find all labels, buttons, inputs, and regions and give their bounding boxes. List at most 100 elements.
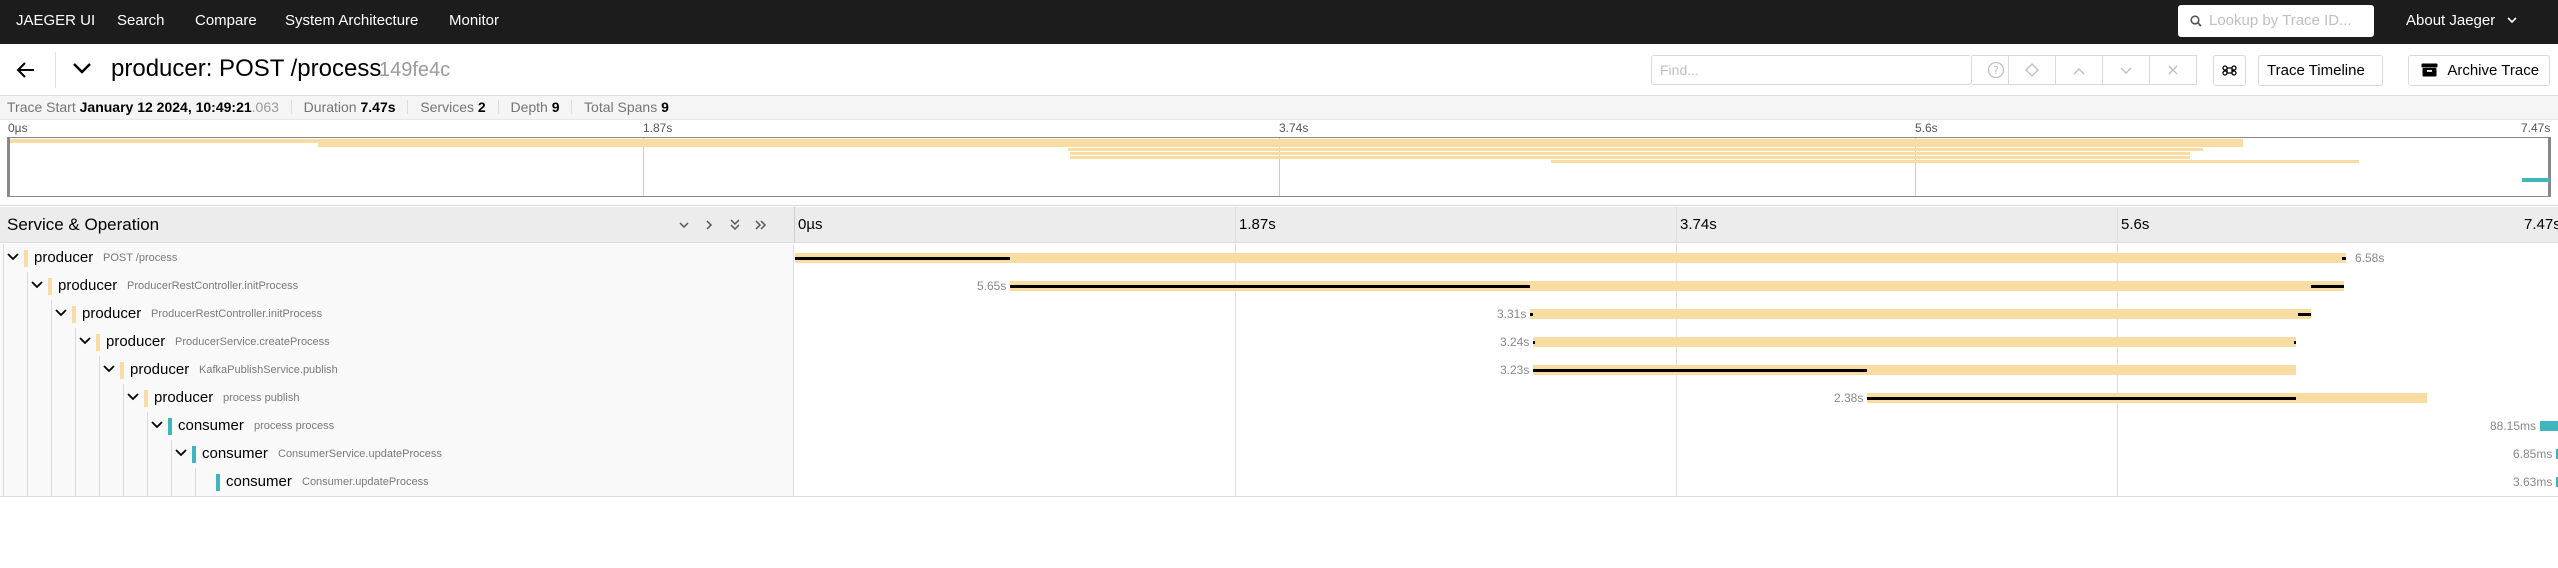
close-icon [2168,65,2178,75]
timeline-gridline [1235,300,1236,328]
svg-text:?: ? [1993,64,1999,77]
span-bar[interactable] [1530,309,2311,319]
span-service-name: consumer [226,473,292,490]
timeline-gridline [1235,356,1236,384]
span-operation-name: Consumer.updateProcess [302,476,429,488]
expand-all-icon[interactable] [752,215,770,235]
span-name-cell[interactable]: producer KafkaPublishService.publish [0,356,794,384]
service-color-bar [96,334,100,351]
view-type-select[interactable]: Trace Timeline [2258,55,2383,103]
timeline-gridline [1235,412,1236,440]
critical-path-segment [1010,284,1530,288]
chevron-down-icon[interactable] [54,306,68,320]
expand-one-icon[interactable] [700,215,718,235]
trace-id-lookup-input[interactable]: Lookup by Trace ID... [2178,5,2374,37]
chevron-down-icon[interactable] [126,390,140,404]
trace-title: producer: POST /process [111,55,382,82]
header-divider [55,52,56,88]
indent-guide [3,440,4,468]
span-name-cell[interactable]: producer ProducerRestController.initProce… [0,272,794,300]
span-row[interactable]: producer KafkaPublishService.publish 3.23s [0,356,2558,384]
trace-page-header: producer: POST /process 149fe4c Find... … [0,44,2558,103]
nav-search[interactable]: Search [117,0,165,44]
service-color-bar [120,362,124,379]
service-color-bar [144,390,148,407]
span-bar[interactable] [1533,337,2296,347]
span-bar[interactable] [795,253,2346,263]
critical-path-segment [1867,396,2296,400]
span-row[interactable]: producer ProducerService.createProcess 3.2… [0,328,2558,356]
minimap-right-handle[interactable] [2548,138,2550,196]
prev-result-button[interactable] [2055,55,2103,85]
chevron-down-icon[interactable] [174,446,188,460]
span-name-cell[interactable]: consumer process process [0,412,794,440]
chevron-down-icon[interactable] [6,250,20,264]
rows-bottom-border [0,496,2558,497]
chevron-down-icon[interactable] [150,418,164,432]
about-jaeger-menu[interactable]: About Jaeger [2406,0,2517,44]
next-result-button[interactable] [2102,55,2150,85]
trace-start-ms: .063 [251,99,279,115]
span-name-cell[interactable]: consumer ConsumerService.updateProcess [0,440,794,468]
brand-logo[interactable]: JAEGER UI [16,0,95,44]
span-name-cell[interactable]: consumer Consumer.updateProcess [0,468,794,496]
timeline-gridline [1676,412,1677,440]
timeline-gridline [1676,468,1677,496]
critical-path-segment [2311,284,2344,288]
span-service-name: producer [106,333,166,350]
minimap-tick: 3.74s [1279,121,1309,135]
span-name-cell[interactable]: producer ProducerService.createProcess [0,328,794,356]
span-name-cell[interactable]: producer process publish [0,384,794,412]
span-row[interactable]: consumer Consumer.updateProcess 3.63ms [0,468,2558,496]
indent-guide [99,412,100,440]
span-row[interactable]: consumer ConsumerService.updateProcess 6.8… [0,440,2558,468]
span-name-cell[interactable]: producer POST /process [0,244,794,272]
span-duration-label: 3.31s [1497,307,1527,321]
span-bar[interactable] [2540,421,2558,431]
indent-guide [51,300,52,328]
keyboard-shortcuts-button[interactable] [2213,55,2246,86]
about-jaeger-label: About Jaeger [2406,12,2496,29]
indent-guide [27,272,28,300]
minimap-left-handle[interactable] [8,138,10,196]
nav-compare[interactable]: Compare [195,0,257,44]
collapse-one-icon[interactable] [675,215,693,235]
span-duration-label: 3.24s [1500,335,1530,349]
span-row[interactable]: producer process publish 2.38s [0,384,2558,412]
chevron-down-icon[interactable] [78,334,92,348]
column-resizer[interactable] [794,207,795,243]
find-input[interactable]: Find... [1651,55,1972,85]
span-operation-name: ProducerRestController.initProcess [127,280,299,292]
locate-button[interactable] [2008,55,2056,85]
span-service-name: consumer [202,445,268,462]
span-duration-label: 3.23s [1500,363,1530,377]
total-spans-value: 9 [661,99,669,115]
archive-trace-button[interactable]: Archive Trace [2408,55,2550,86]
span-service-name: producer [130,361,190,378]
critical-path-segment [2298,312,2311,316]
trace-minimap[interactable]: 0µs 1.87s 3.74s 5.6s 7.47s [0,120,2558,206]
indent-guide [51,356,52,384]
timeline-gridline [1235,384,1236,412]
chevron-down-icon[interactable] [102,362,116,376]
minimap-canvas[interactable] [7,137,2551,197]
span-service-name: producer [58,277,118,294]
collapse-all-icon[interactable] [726,215,744,235]
span-duration-label: 2.38s [1834,391,1864,405]
nav-system-architecture[interactable]: System Architecture [285,0,418,44]
span-row[interactable]: consumer process process 88.15ms [0,412,2558,440]
chevron-down-icon[interactable] [30,278,44,292]
span-row[interactable]: producer POST /process 6.58s [0,244,2558,272]
span-row[interactable]: producer ProducerRestController.initProce… [0,300,2558,328]
target-icon [2025,63,2039,77]
nav-monitor[interactable]: Monitor [449,0,499,44]
back-arrow-icon[interactable] [16,61,35,79]
span-name-cell[interactable]: producer ProducerRestController.initProce… [0,300,794,328]
clear-search-button[interactable] [2149,55,2197,85]
collapse-chevron-icon[interactable] [72,62,92,75]
minimap-tick: 5.6s [1915,121,1938,135]
span-row[interactable]: producer ProducerRestController.initProce… [0,272,2558,300]
critical-path-segment [1533,368,1867,372]
indent-guide [123,412,124,440]
service-color-bar [48,278,52,295]
